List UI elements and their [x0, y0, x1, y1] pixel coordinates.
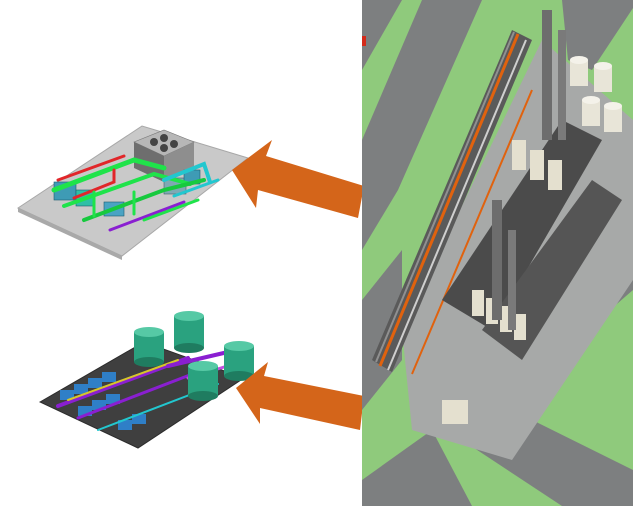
cad-models-panel — [0, 0, 364, 506]
plant-aerial-render — [362, 0, 633, 506]
red-marker — [362, 36, 366, 46]
tank-farm-model — [38, 311, 254, 449]
plant-scene — [362, 0, 633, 506]
storage-tank — [188, 361, 218, 401]
storage-tank — [134, 327, 164, 367]
arrow-left-icon — [236, 362, 364, 430]
arrow-left-icon — [232, 140, 364, 218]
pump-skid-model — [16, 125, 249, 260]
storage-tank — [174, 311, 204, 353]
